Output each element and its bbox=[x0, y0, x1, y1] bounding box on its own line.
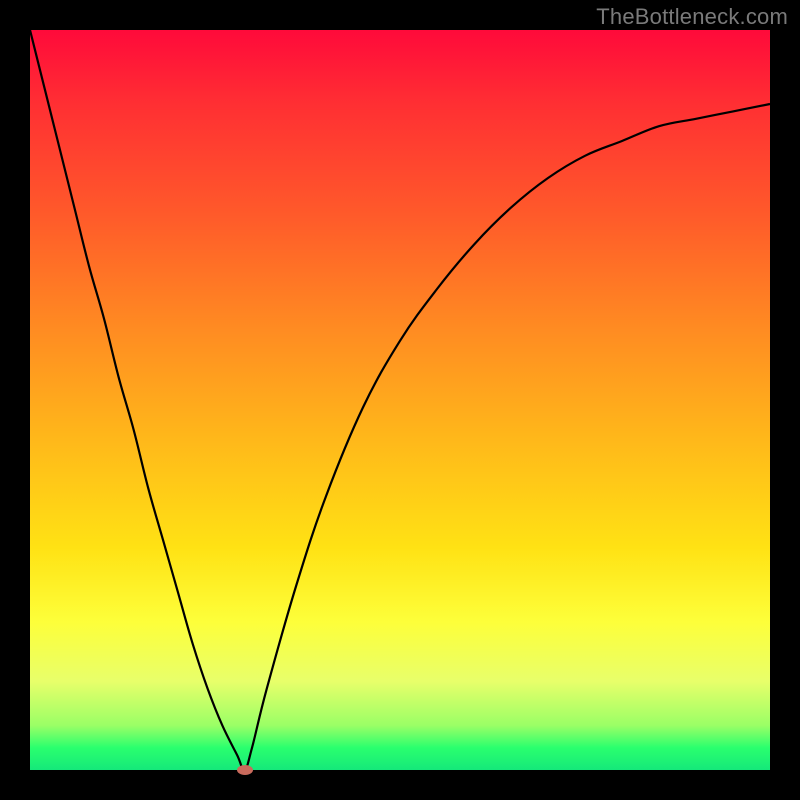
curve-svg bbox=[30, 30, 770, 770]
bottleneck-curve-path bbox=[30, 30, 770, 770]
chart-frame: TheBottleneck.com bbox=[0, 0, 800, 800]
plot-area bbox=[30, 30, 770, 770]
watermark-label: TheBottleneck.com bbox=[596, 4, 788, 30]
minimum-marker bbox=[237, 765, 253, 775]
